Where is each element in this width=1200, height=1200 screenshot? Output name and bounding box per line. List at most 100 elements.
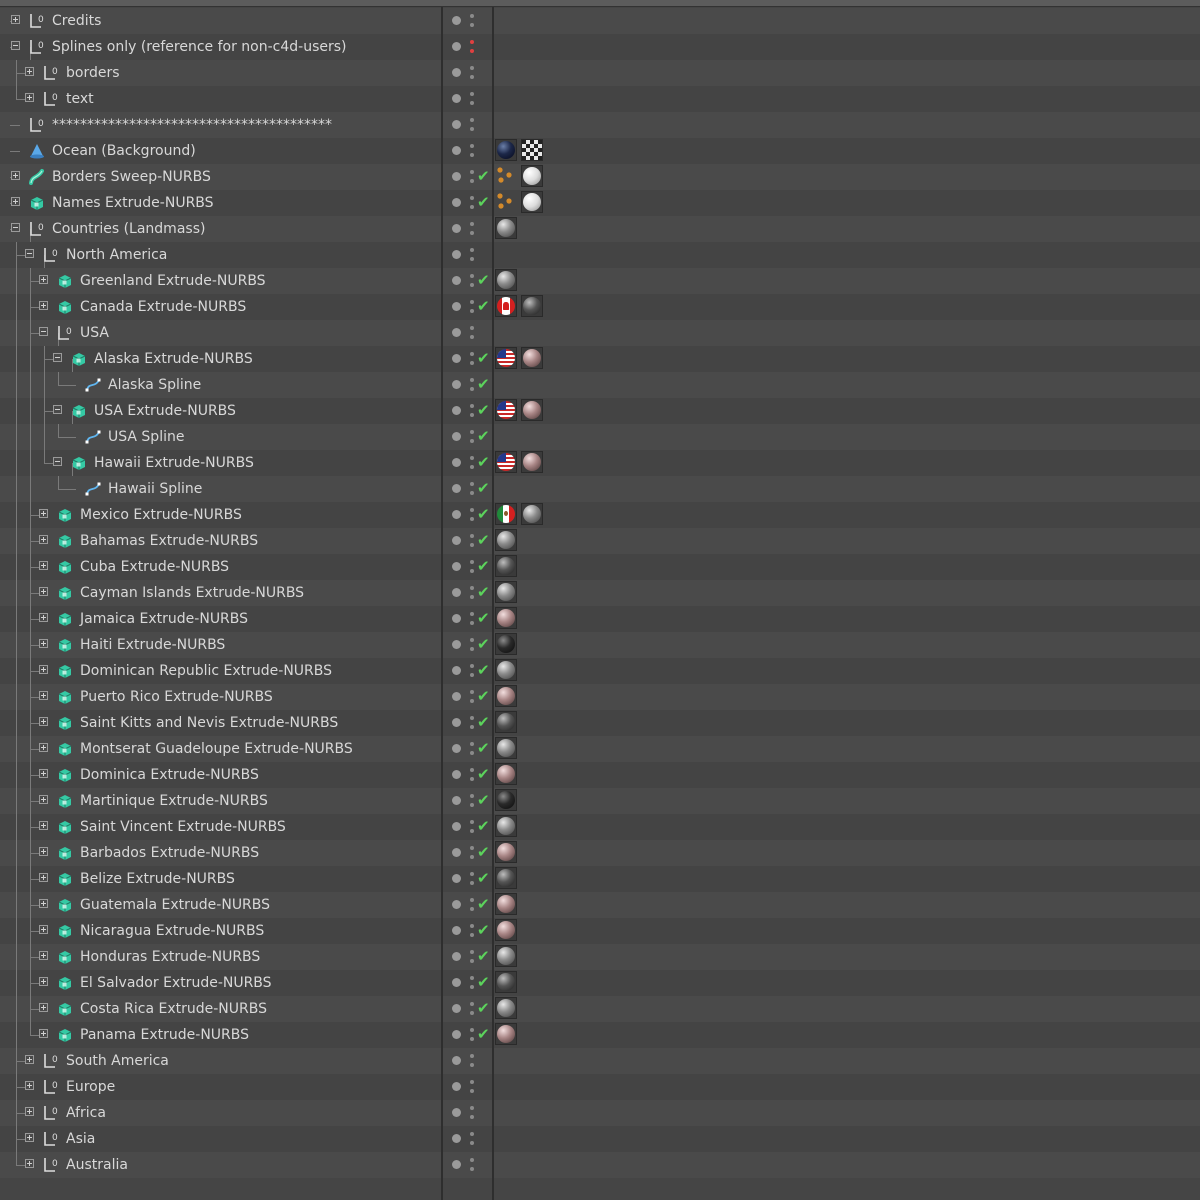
visibility-toggle-icon[interactable] xyxy=(470,195,474,211)
layer-dot-icon[interactable] xyxy=(452,900,461,909)
enabled-check-icon[interactable]: ✔ xyxy=(477,765,490,783)
black-material-tag-icon[interactable] xyxy=(495,789,517,811)
pink-material-tag-icon[interactable] xyxy=(495,607,517,629)
object-name-cell[interactable]: 0 USA xyxy=(0,320,441,346)
layer-dot-icon[interactable] xyxy=(452,588,461,597)
expand-icon[interactable] xyxy=(39,925,48,934)
object-name-cell[interactable]: Names Extrude-NURBS xyxy=(0,190,441,216)
object-name-cell[interactable]: USA Spline xyxy=(0,424,441,450)
layer-dot-icon[interactable] xyxy=(452,94,461,103)
dark-material-tag-icon[interactable] xyxy=(495,867,517,889)
object-row[interactable]: Cayman Islands Extrude-NURBS ✔ xyxy=(0,580,1200,606)
object-label[interactable]: Honduras Extrude-NURBS xyxy=(80,948,260,966)
layer-dot-icon[interactable] xyxy=(452,822,461,831)
object-label[interactable]: Europe xyxy=(66,1078,115,1096)
object-label[interactable]: Ocean (Background) xyxy=(52,142,196,160)
visibility-toggle-icon[interactable] xyxy=(470,325,474,341)
object-name-cell[interactable]: Alaska Extrude-NURBS xyxy=(0,346,441,372)
object-row[interactable]: Guatemala Extrude-NURBS ✔ xyxy=(0,892,1200,918)
expand-icon[interactable] xyxy=(39,977,48,986)
visibility-toggle-icon[interactable] xyxy=(470,377,474,393)
layer-dot-icon[interactable] xyxy=(452,172,461,181)
visibility-toggle-icon[interactable] xyxy=(470,299,474,315)
object-label[interactable]: USA Spline xyxy=(108,428,184,446)
visibility-toggle-icon[interactable] xyxy=(470,1053,474,1069)
object-row[interactable]: El Salvador Extrude-NURBS ✔ xyxy=(0,970,1200,996)
object-row[interactable]: Hawaii Extrude-NURBS ✔ xyxy=(0,450,1200,476)
visibility-toggle-icon[interactable] xyxy=(470,1105,474,1121)
layer-dot-icon[interactable] xyxy=(452,1056,461,1065)
layer-dot-icon[interactable] xyxy=(452,926,461,935)
object-label[interactable]: Saint Kitts and Nevis Extrude-NURBS xyxy=(80,714,338,732)
white-material-tag-icon[interactable] xyxy=(521,191,543,213)
object-label[interactable]: Barbados Extrude-NURBS xyxy=(80,844,259,862)
expand-icon[interactable] xyxy=(39,587,48,596)
collapse-icon[interactable] xyxy=(53,353,62,362)
expand-icon[interactable] xyxy=(25,1081,34,1090)
visibility-toggle-icon[interactable] xyxy=(470,455,474,471)
visibility-toggle-icon[interactable] xyxy=(470,715,474,731)
layer-dot-icon[interactable] xyxy=(452,16,461,25)
layer-dot-icon[interactable] xyxy=(452,562,461,571)
object-row[interactable]: 0 ***************************************… xyxy=(0,112,1200,138)
visibility-toggle-icon[interactable] xyxy=(470,143,474,159)
enabled-check-icon[interactable]: ✔ xyxy=(477,973,490,991)
object-label[interactable]: Alaska Extrude-NURBS xyxy=(94,350,253,368)
object-row[interactable]: Belize Extrude-NURBS ✔ xyxy=(0,866,1200,892)
enabled-check-icon[interactable]: ✔ xyxy=(477,999,490,1017)
expand-icon[interactable] xyxy=(39,613,48,622)
gray-material-tag-icon[interactable] xyxy=(495,269,517,291)
object-row[interactable]: 0 USA xyxy=(0,320,1200,346)
object-name-cell[interactable]: Jamaica Extrude-NURBS xyxy=(0,606,441,632)
visibility-toggle-icon[interactable] xyxy=(470,585,474,601)
object-name-cell[interactable]: USA Extrude-NURBS xyxy=(0,398,441,424)
visibility-toggle-icon[interactable] xyxy=(470,247,474,263)
expand-icon[interactable] xyxy=(39,899,48,908)
layer-dot-icon[interactable] xyxy=(452,276,461,285)
object-name-cell[interactable]: Guatemala Extrude-NURBS xyxy=(0,892,441,918)
navy-material-tag-icon[interactable] xyxy=(495,139,517,161)
object-label[interactable]: Martinique Extrude-NURBS xyxy=(80,792,268,810)
enabled-check-icon[interactable]: ✔ xyxy=(477,895,490,913)
visibility-toggle-icon[interactable] xyxy=(470,39,474,55)
enabled-check-icon[interactable]: ✔ xyxy=(477,1025,490,1043)
object-name-cell[interactable]: Dominica Extrude-NURBS xyxy=(0,762,441,788)
expand-icon[interactable] xyxy=(39,795,48,804)
visibility-toggle-icon[interactable] xyxy=(470,221,474,237)
object-row[interactable]: 0 text xyxy=(0,86,1200,112)
expand-icon[interactable] xyxy=(39,951,48,960)
object-name-cell[interactable]: Haiti Extrude-NURBS xyxy=(0,632,441,658)
collapse-icon[interactable] xyxy=(53,457,62,466)
object-name-cell[interactable]: Cuba Extrude-NURBS xyxy=(0,554,441,580)
object-name-cell[interactable]: Honduras Extrude-NURBS xyxy=(0,944,441,970)
object-label[interactable]: Guatemala Extrude-NURBS xyxy=(80,896,270,914)
visibility-toggle-icon[interactable] xyxy=(470,559,474,575)
collapse-icon[interactable] xyxy=(11,223,20,232)
object-row[interactable]: Martinique Extrude-NURBS ✔ xyxy=(0,788,1200,814)
object-label[interactable]: Costa Rica Extrude-NURBS xyxy=(80,1000,267,1018)
visibility-toggle-icon[interactable] xyxy=(470,949,474,965)
object-row[interactable]: Panama Extrude-NURBS ✔ xyxy=(0,1022,1200,1048)
pink-material-tag-icon[interactable] xyxy=(521,399,543,421)
object-label[interactable]: Montserat Guadeloupe Extrude-NURBS xyxy=(80,740,353,758)
collapse-icon[interactable] xyxy=(53,405,62,414)
object-name-cell[interactable]: Dominican Republic Extrude-NURBS xyxy=(0,658,441,684)
expand-icon[interactable] xyxy=(11,197,20,206)
object-row[interactable]: Alaska Extrude-NURBS ✔ xyxy=(0,346,1200,372)
object-row[interactable]: Greenland Extrude-NURBS ✔ xyxy=(0,268,1200,294)
object-name-cell[interactable]: 0 Countries (Landmass) xyxy=(0,216,441,242)
object-label[interactable]: Bahamas Extrude-NURBS xyxy=(80,532,258,550)
object-name-cell[interactable]: Martinique Extrude-NURBS xyxy=(0,788,441,814)
object-row[interactable]: Canada Extrude-NURBS ✔ xyxy=(0,294,1200,320)
layer-dot-icon[interactable] xyxy=(452,1134,461,1143)
visibility-toggle-icon[interactable] xyxy=(470,689,474,705)
visibility-toggle-icon[interactable] xyxy=(470,1131,474,1147)
dark-material-tag-icon[interactable] xyxy=(495,711,517,733)
object-row[interactable]: Borders Sweep-NURBS ✔ xyxy=(0,164,1200,190)
layer-dot-icon[interactable] xyxy=(452,666,461,675)
object-name-cell[interactable]: Barbados Extrude-NURBS xyxy=(0,840,441,866)
object-name-cell[interactable]: 0 Splines only (reference for non-c4d-use… xyxy=(0,34,441,60)
layer-dot-icon[interactable] xyxy=(452,68,461,77)
visibility-toggle-icon[interactable] xyxy=(470,13,474,29)
visibility-toggle-icon[interactable] xyxy=(470,403,474,419)
